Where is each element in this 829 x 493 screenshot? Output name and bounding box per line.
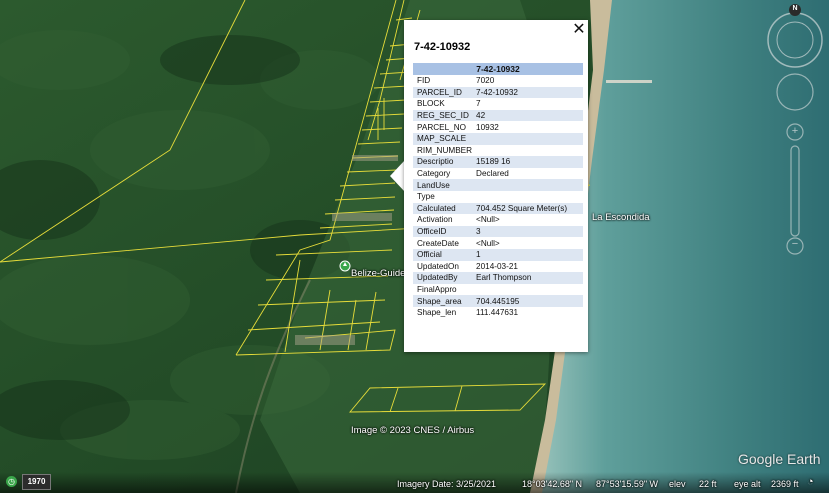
attribute-key: Official [413, 248, 473, 261]
attribute-row: BLOCK 7 [413, 98, 583, 110]
attribute-row: Shape_len 111.447631 [413, 307, 583, 319]
attribute-key: Descriptio [413, 156, 473, 168]
attribute-row: Descriptio 15189 16 [413, 156, 583, 168]
attribute-key: BLOCK [417, 99, 445, 109]
attribute-value: 3 [472, 225, 583, 238]
attribute-value: Earl Thompson [472, 272, 583, 284]
attribute-key: REG_SEC_ID [413, 109, 473, 122]
place-label-belize-guide[interactable]: Belize-Guide [351, 268, 405, 279]
attribute-value [472, 191, 583, 203]
longitude-readout: 87°53'15.59" W [596, 479, 659, 489]
attribute-value: <Null> [476, 215, 500, 225]
attribute-key: PARCEL_NO [417, 122, 466, 132]
attribute-key: OfficeID [413, 225, 473, 238]
elevation-label: elev [669, 479, 686, 489]
attribute-value [472, 284, 583, 296]
attribute-value: 10932 [476, 122, 499, 132]
attribute-row: FID 7020 [413, 75, 583, 87]
attribute-row: LandUse [413, 179, 583, 191]
attribute-value: 42 [472, 109, 583, 122]
attribute-row: REG_SEC_ID 42 [413, 109, 583, 122]
attribute-row: PARCEL_ID 7-42-10932 [413, 86, 583, 99]
attribute-key: UpdatedOn [417, 261, 459, 271]
attribute-value: 7-42-10932 [472, 86, 583, 99]
attribute-row: Official 1 [413, 248, 583, 261]
attribute-row: Activation <Null> [413, 214, 583, 226]
attribute-row: CreateDate <Null> [413, 237, 583, 249]
historical-imagery-icon[interactable]: ◷ [6, 476, 17, 487]
popup-title: 7-42-10932 [414, 41, 471, 53]
attribute-row: Category Declared [413, 168, 583, 180]
attribute-key: FinalAppro [417, 284, 457, 294]
attribute-value [472, 132, 583, 145]
popup-pointer [390, 160, 405, 192]
imagery-date: Imagery Date: 3/25/2021 [397, 479, 497, 489]
attribute-row: RIM_NUMBER [413, 145, 583, 157]
attribute-table-header: 7-42-10932 [413, 63, 583, 75]
attribute-value: 111.447631 [476, 308, 519, 318]
attribute-row: Shape_area 704.445195 [413, 295, 583, 307]
close-icon[interactable]: ✕ [571, 21, 587, 39]
image-attribution: Image © 2023 CNES / Airbus [351, 425, 475, 436]
attribute-value: 704.452 Square Meter(s) [472, 202, 583, 215]
attribute-key: Calculated [413, 202, 473, 215]
pier [606, 80, 652, 83]
attribute-value: 15189 16 [472, 156, 583, 168]
attribute-value: 7020 [476, 76, 495, 86]
attribute-key: PARCEL_ID [413, 86, 473, 99]
parcel-info-popup: 7-42-10932 ✕ 7-42-10932 FID 7020 PARCEL_ID… [404, 20, 588, 352]
historical-year-button[interactable]: 1970 [22, 474, 51, 490]
compass-letter: N [792, 5, 798, 12]
attribute-row: PARCEL_NO 10932 [413, 121, 583, 133]
zoom-in-icon[interactable]: + [789, 125, 801, 137]
eye-altitude-label: eye alt [734, 479, 761, 489]
belize-guide-marker[interactable] [339, 260, 351, 272]
attribute-row: UpdatedBy Earl Thompson [413, 272, 583, 284]
attribute-key: CreateDate [417, 238, 459, 248]
eye-altitude-value: 2369 ft [771, 479, 799, 489]
attribute-key: Category [417, 169, 451, 179]
attribute-key: Shape_len [417, 308, 457, 318]
attribute-key: Type [417, 192, 435, 202]
attribute-key: Activation [417, 215, 453, 225]
elevation-value: 22 ft [699, 479, 717, 489]
attribute-row: FinalAppro [413, 284, 583, 296]
attribute-table: 7-42-10932 FID 7020 PARCEL_ID 7-42-10932 BLO… [413, 63, 583, 318]
attribute-row: MAP_SCALE [413, 132, 583, 145]
attribute-value: 2014-03-21 [476, 261, 518, 271]
attribute-value: <Null> [476, 238, 500, 248]
attribute-value [472, 179, 583, 191]
attribute-value: Declared [476, 169, 509, 179]
latitude-readout: 18°03'42.68" N [522, 479, 583, 489]
attribute-key: UpdatedBy [413, 272, 473, 284]
attribute-row: OfficeID 3 [413, 225, 583, 238]
place-label-la-escondida[interactable]: La Escondida [592, 212, 650, 223]
attribute-key: Shape_area [413, 295, 473, 307]
zoom-out-icon[interactable]: − [789, 238, 801, 250]
attribute-row: UpdatedOn 2014-03-21 [413, 261, 583, 273]
attribute-value [472, 145, 583, 157]
attribute-value: 1 [472, 248, 583, 261]
attribute-value: 7 [476, 99, 481, 109]
google-earth-logo: Google Earth [738, 451, 821, 467]
attribute-key: MAP_SCALE [413, 132, 473, 145]
attribute-value: 704.445195 [472, 295, 583, 307]
attribute-key: LandUse [413, 179, 473, 191]
attribute-row: Type [413, 191, 583, 203]
attribute-table-body: FID 7020 PARCEL_ID 7-42-10932 BLOCK 7 REG_SEC_… [413, 75, 583, 318]
attribute-row: Calculated 704.452 Square Meter(s) [413, 202, 583, 215]
attribute-key: FID [417, 76, 431, 86]
attribute-key: RIM_NUMBER [417, 145, 473, 155]
loading-spinner-icon: ◔ [807, 476, 814, 488]
